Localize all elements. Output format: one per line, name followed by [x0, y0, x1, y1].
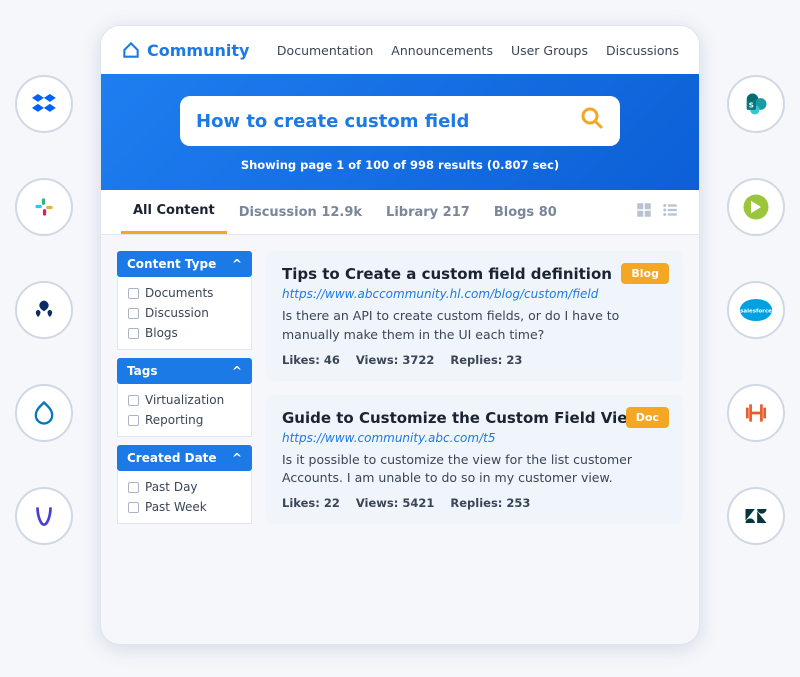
brand-name: Community: [147, 41, 249, 60]
filter-content-type-header[interactable]: Content Type^: [117, 251, 252, 277]
dropbox-icon: [15, 75, 73, 133]
hashicorp-icon: [727, 384, 785, 442]
filter-created-date-header[interactable]: Created Date^: [117, 445, 252, 471]
salesforce-icon: salesforce: [727, 281, 785, 339]
filter-opt-virtualization[interactable]: Virtualization: [128, 390, 241, 410]
chevron-up-icon: ^: [232, 364, 242, 378]
sharepoint-icon: S: [727, 75, 785, 133]
atlassian-icon: [15, 281, 73, 339]
search-icon[interactable]: [580, 106, 604, 136]
slack-icon: [15, 178, 73, 236]
main-window: Community Documentation Announcements Us…: [100, 25, 700, 645]
search-box[interactable]: [180, 96, 620, 146]
result-views: Views: 5421: [356, 496, 435, 510]
results-list: Blog Tips to Create a custom field defin…: [266, 251, 683, 532]
result-card[interactable]: Doc Guide to Customize the Custom Field …: [266, 395, 683, 525]
nav-user-groups[interactable]: User Groups: [511, 43, 588, 58]
result-badge: Blog: [621, 263, 669, 284]
search-input[interactable]: [196, 111, 580, 132]
result-url[interactable]: https://www.abccommunity.hl.com/blog/cus…: [282, 287, 667, 301]
result-likes: Likes: 22: [282, 496, 340, 510]
chevron-up-icon: ^: [232, 451, 242, 465]
top-nav: Documentation Announcements User Groups …: [277, 43, 679, 58]
pendo-icon: [727, 178, 785, 236]
logo[interactable]: Community: [121, 40, 249, 60]
svg-text:salesforce: salesforce: [740, 309, 772, 315]
filter-opt-reporting[interactable]: Reporting: [128, 410, 241, 430]
result-url[interactable]: https://www.community.abc.com/t5: [282, 431, 667, 445]
result-replies: Replies: 253: [450, 496, 530, 510]
tab-blogs[interactable]: Blogs 80: [482, 192, 569, 233]
result-badge: Doc: [626, 407, 669, 428]
result-snippet: Is it possible to customize the view for…: [282, 451, 667, 489]
search-banner: Showing page 1 of 100 of 998 results (0.…: [101, 74, 699, 190]
result-snippet: Is there an API to create custom fields,…: [282, 307, 667, 345]
result-replies: Replies: 23: [450, 353, 522, 367]
drupal-icon: [15, 384, 73, 442]
chevron-up-icon: ^: [232, 257, 242, 271]
tab-all-content[interactable]: All Content: [121, 190, 227, 234]
nav-announcements[interactable]: Announcements: [391, 43, 493, 58]
filter-tags-header[interactable]: Tags^: [117, 358, 252, 384]
filter-opt-blogs[interactable]: Blogs: [128, 323, 241, 343]
zendesk-icon: [727, 487, 785, 545]
results-info: Showing page 1 of 100 of 998 results (0.…: [131, 158, 669, 172]
filter-opt-past-day[interactable]: Past Day: [128, 477, 241, 497]
nav-discussions[interactable]: Discussions: [606, 43, 679, 58]
filter-opt-documents[interactable]: Documents: [128, 283, 241, 303]
header: Community Documentation Announcements Us…: [101, 26, 699, 74]
tab-library[interactable]: Library 217: [374, 192, 482, 233]
filter-opt-past-week[interactable]: Past Week: [128, 497, 241, 517]
nav-documentation[interactable]: Documentation: [277, 43, 373, 58]
result-title[interactable]: Guide to Customize the Custom Field View: [282, 409, 667, 427]
amplitude-icon: [15, 487, 73, 545]
filter-opt-discussion[interactable]: Discussion: [128, 303, 241, 323]
result-title[interactable]: Tips to Create a custom field definition: [282, 265, 667, 283]
tab-discussion[interactable]: Discussion 12.9k: [227, 192, 374, 233]
result-likes: Likes: 46: [282, 353, 340, 367]
result-views: Views: 3722: [356, 353, 435, 367]
content-tabs: All Content Discussion 12.9k Library 217…: [101, 190, 699, 235]
list-view-icon[interactable]: [661, 201, 679, 224]
result-card[interactable]: Blog Tips to Create a custom field defin…: [266, 251, 683, 381]
grid-view-icon[interactable]: [635, 201, 653, 224]
filter-sidebar: Content Type^ Documents Discussion Blogs…: [117, 251, 252, 532]
svg-text:S: S: [749, 102, 754, 110]
